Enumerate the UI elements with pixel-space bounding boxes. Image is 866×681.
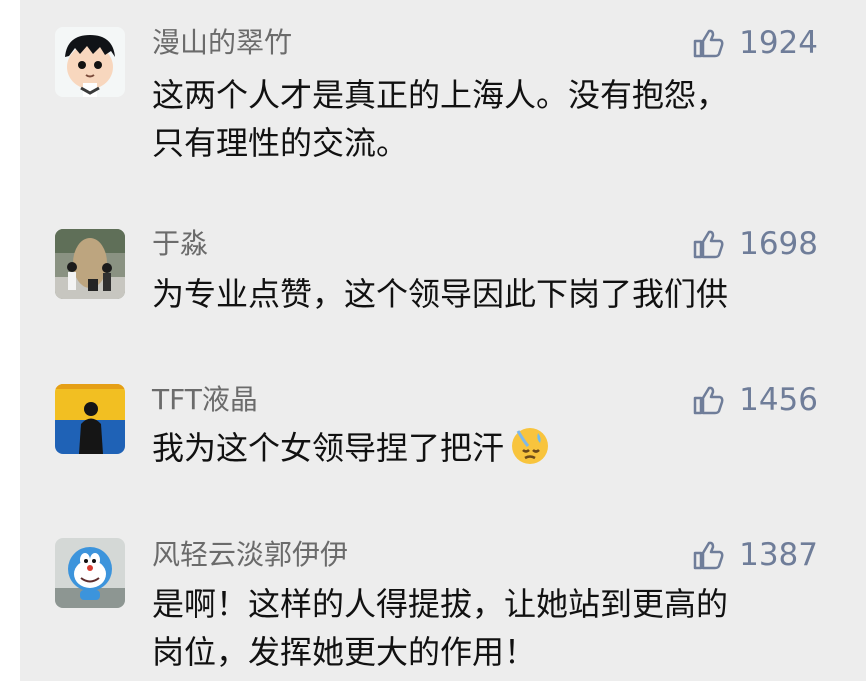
silhouette-yellow-blue-avatar-image bbox=[55, 384, 125, 454]
avatar[interactable] bbox=[55, 384, 125, 454]
like-count: 1698 bbox=[739, 226, 818, 262]
username[interactable]: 风轻云淡郭伊伊 bbox=[152, 535, 348, 575]
like-button[interactable]: 1387 bbox=[691, 535, 818, 575]
comment-text: 为专业点赞，这个领导因此下岗了我们供 bbox=[152, 270, 822, 318]
comments-panel: 漫山的翠竹 1924 这两个人才是真正的上海人。没有抱怨， 只有理性的交流。 于… bbox=[20, 0, 866, 681]
avatar[interactable] bbox=[55, 229, 125, 299]
like-button[interactable]: 1456 bbox=[691, 380, 818, 420]
like-button[interactable]: 1698 bbox=[691, 224, 818, 264]
comment-text: 我为这个女领导捏了把汗 bbox=[152, 424, 822, 472]
comment-line: 为专业点赞，这个领导因此下岗了我们供 bbox=[152, 275, 729, 313]
thumbs-up-icon bbox=[693, 386, 724, 415]
like-count: 1387 bbox=[739, 537, 818, 573]
comment-line: 这两个人才是真正的上海人。没有抱怨， bbox=[152, 76, 729, 114]
avatar[interactable] bbox=[55, 27, 125, 97]
sweat-face-emoji bbox=[510, 426, 550, 466]
comment-line: 我为这个女领导捏了把汗 bbox=[152, 424, 822, 472]
cartoon-boy-avatar-image bbox=[55, 27, 125, 97]
comment-line-text: 我为这个女领导捏了把汗 bbox=[152, 429, 505, 467]
comment-line: 是啊！这样的人得提拔，让她站到更高的 bbox=[152, 585, 729, 623]
photo-people-stone-avatar-image bbox=[55, 229, 125, 299]
comment-line: 岗位，发挥她更大的作用！ bbox=[152, 633, 537, 671]
avatar[interactable] bbox=[55, 538, 125, 608]
like-count: 1924 bbox=[739, 25, 818, 61]
like-button[interactable]: 1924 bbox=[691, 23, 818, 63]
page: 漫山的翠竹 1924 这两个人才是真正的上海人。没有抱怨， 只有理性的交流。 于… bbox=[0, 0, 866, 681]
username[interactable]: TFT液晶 bbox=[152, 380, 258, 420]
thumbs-up-icon bbox=[693, 541, 724, 570]
username[interactable]: 于淼 bbox=[152, 224, 208, 264]
like-count: 1456 bbox=[739, 382, 818, 418]
thumbs-up-icon bbox=[693, 29, 724, 58]
doraemon-figure-avatar-image bbox=[55, 538, 125, 608]
comment-text: 这两个人才是真正的上海人。没有抱怨， 只有理性的交流。 bbox=[152, 71, 822, 167]
comment-text: 是啊！这样的人得提拔，让她站到更高的 岗位，发挥她更大的作用！ bbox=[152, 580, 822, 676]
thumbs-up-icon bbox=[693, 230, 724, 259]
comment-line: 只有理性的交流。 bbox=[152, 124, 409, 162]
username[interactable]: 漫山的翠竹 bbox=[152, 23, 292, 63]
